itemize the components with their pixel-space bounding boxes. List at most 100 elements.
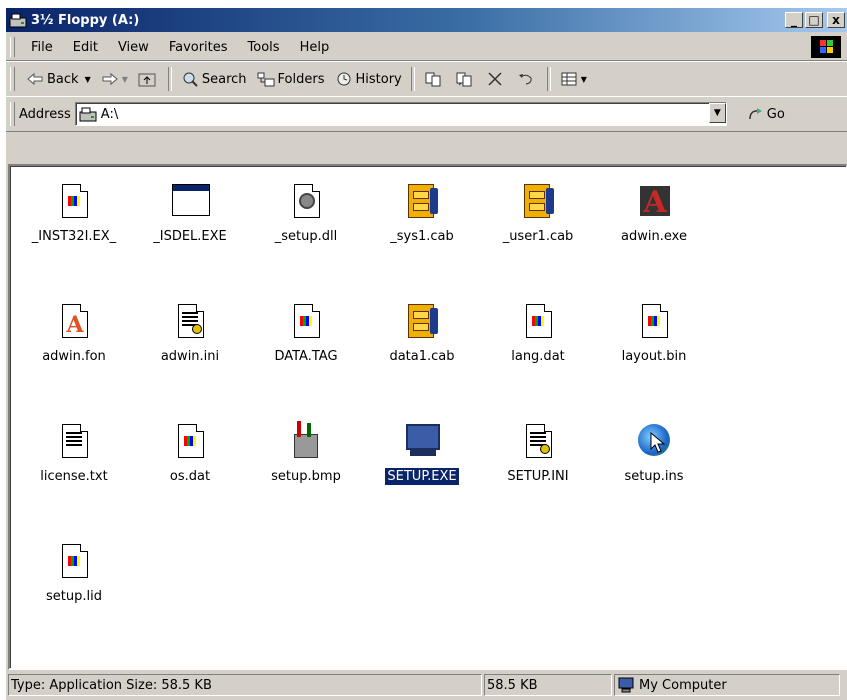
close-button[interactable]: x <box>827 12 845 28</box>
file-item[interactable]: DATA.TAG <box>254 300 358 365</box>
file-name: setup.ins <box>624 469 684 484</box>
views-button[interactable]: ▼ <box>555 66 592 92</box>
file-name: adwin.ini <box>160 349 220 364</box>
file-item[interactable]: setup.bmp <box>254 420 358 485</box>
menu-grip[interactable] <box>10 37 15 57</box>
delete-button[interactable] <box>481 66 512 92</box>
search-label: Search <box>201 71 247 87</box>
file-list-view[interactable]: _INST32I.EX_ _ISDEL.EXE _setup.dll _sys1… <box>8 164 847 670</box>
file-item[interactable]: setup.lid <box>22 540 126 605</box>
file-item-selected[interactable]: SETUP.EXE <box>370 420 474 486</box>
window-title: 3½ Floppy (A:) <box>31 12 140 28</box>
file-item[interactable]: _INST32I.EX_ <box>22 180 126 245</box>
file-name: layout.bin <box>621 349 687 364</box>
forward-button[interactable]: ▼ <box>96 66 133 92</box>
back-label: Back <box>47 71 79 87</box>
file-name: _user1.cab <box>502 229 574 244</box>
file-item[interactable]: lang.dat <box>486 300 590 365</box>
windows-flag-doc-icon <box>518 300 558 340</box>
file-item[interactable]: _setup.dll <box>254 180 358 245</box>
windows-flag-doc-icon <box>286 300 326 340</box>
ini-config-icon <box>170 300 210 340</box>
menu-view[interactable]: View <box>108 40 159 55</box>
menu-help[interactable]: Help <box>290 40 340 55</box>
up-folder-button[interactable] <box>133 66 164 92</box>
delete-x-icon <box>486 71 504 87</box>
file-item[interactable]: _sys1.cab <box>370 180 474 245</box>
setup-computer-icon <box>402 420 442 460</box>
menu-bar: File Edit View Favorites Tools Help <box>6 34 847 61</box>
file-name: _setup.dll <box>274 229 338 244</box>
history-label: History <box>355 71 402 87</box>
cabinet-archive-icon <box>402 180 442 220</box>
copy-to-button[interactable] <box>450 66 481 92</box>
toolbar-separator <box>410 67 415 91</box>
history-button[interactable]: History <box>330 66 407 92</box>
file-name: adwin.fon <box>42 349 106 364</box>
windows-flag-doc-icon <box>170 420 210 460</box>
file-item[interactable]: data1.cab <box>370 300 474 365</box>
file-name: setup.bmp <box>271 469 341 484</box>
dll-gear-icon <box>286 180 326 220</box>
windows-flag-doc-icon <box>634 300 674 340</box>
file-item[interactable]: _ISDEL.EXE <box>138 180 242 245</box>
text-document-icon <box>54 420 94 460</box>
cabinet-archive-icon <box>402 300 442 340</box>
file-item[interactable]: _user1.cab <box>486 180 590 245</box>
windows-flag-doc-icon <box>54 180 94 220</box>
maximize-button[interactable]: □ <box>805 12 823 28</box>
file-item[interactable]: setup.ins <box>602 420 706 485</box>
menu-favorites[interactable]: Favorites <box>159 40 238 55</box>
file-name: adwin.exe <box>621 229 687 244</box>
search-icon <box>181 71 199 87</box>
my-computer-icon <box>617 677 635 693</box>
menu-tools[interactable]: Tools <box>238 40 290 55</box>
standard-toolbar: Back ▼ ▼ Search Folders History ▼ <box>6 61 847 97</box>
undo-icon <box>517 71 535 87</box>
back-button[interactable]: Back ▼ <box>21 66 96 92</box>
address-dropdown-button[interactable]: ▼ <box>708 103 726 123</box>
windows-logo-icon <box>811 36 841 58</box>
floppy-drive-icon <box>9 12 27 28</box>
file-name: data1.cab <box>389 349 455 364</box>
file-name: license.txt <box>40 469 108 484</box>
up-folder-icon <box>138 71 156 87</box>
toolbar-separator <box>167 67 172 91</box>
file-name: _sys1.cab <box>390 229 454 244</box>
file-item[interactable]: SETUP.INI <box>486 420 590 485</box>
explorer-window: 3½ Floppy (A:) _ □ x File Edit View Favo… <box>6 8 847 700</box>
address-grip[interactable] <box>10 102 15 126</box>
history-icon <box>335 71 353 87</box>
globe-cursor-icon <box>634 420 674 460</box>
views-dropdown-icon[interactable]: ▼ <box>581 75 587 84</box>
search-button[interactable]: Search <box>176 66 252 92</box>
file-item[interactable]: os.dat <box>138 420 242 485</box>
go-button[interactable]: Go <box>747 106 785 122</box>
file-name: lang.dat <box>511 349 565 364</box>
minimize-button[interactable]: _ <box>785 12 803 28</box>
file-name: os.dat <box>169 469 211 484</box>
file-item[interactable]: adwin.ini <box>138 300 242 365</box>
move-to-button[interactable] <box>419 66 450 92</box>
forward-dropdown-icon[interactable]: ▼ <box>122 75 128 84</box>
undo-button[interactable] <box>512 66 543 92</box>
views-icon <box>560 71 578 87</box>
file-item[interactable]: license.txt <box>22 420 126 485</box>
toolbar-grip[interactable] <box>10 67 15 91</box>
back-dropdown-icon[interactable]: ▼ <box>85 75 91 84</box>
menu-file[interactable]: File <box>21 40 63 55</box>
file-item[interactable]: A adwin.fon <box>22 300 126 365</box>
status-info: Type: Application Size: 58.5 KB <box>8 674 482 696</box>
back-arrow-icon <box>26 71 44 87</box>
file-name: DATA.TAG <box>274 349 338 364</box>
paint-brushes-icon <box>286 420 326 460</box>
windows-flag-doc-icon <box>54 540 94 580</box>
address-input[interactable]: A:\ ▼ <box>74 102 727 126</box>
file-item[interactable]: A adwin.exe <box>602 180 706 245</box>
file-item[interactable]: layout.bin <box>602 300 706 365</box>
application-window-icon <box>170 180 210 220</box>
title-bar[interactable]: 3½ Floppy (A:) _ □ x <box>6 8 847 32</box>
status-zone-label: My Computer <box>639 677 727 693</box>
menu-edit[interactable]: Edit <box>63 40 108 55</box>
folders-button[interactable]: Folders <box>252 66 330 92</box>
